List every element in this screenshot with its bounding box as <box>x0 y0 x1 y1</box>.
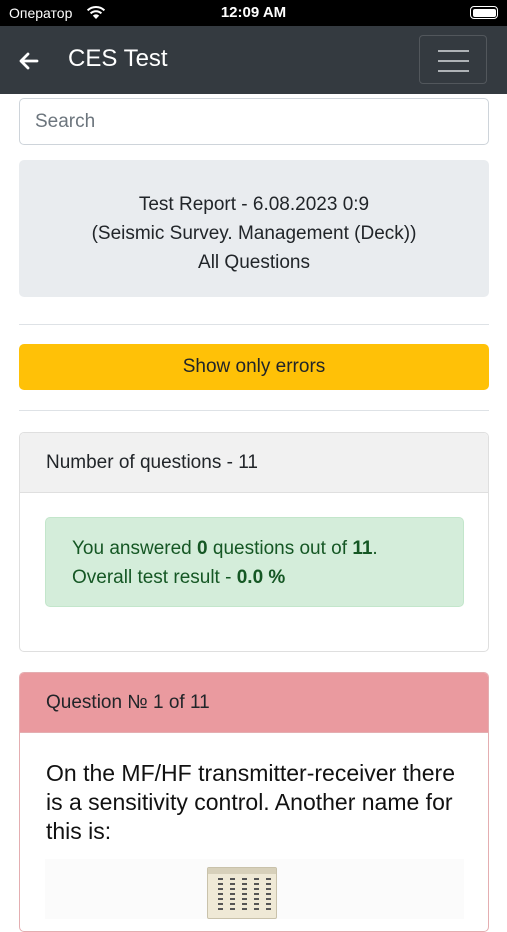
menu-toggle-button[interactable] <box>419 35 487 84</box>
show-errors-button[interactable]: Show only errors <box>19 344 489 390</box>
search-input[interactable] <box>19 98 489 145</box>
summary-header: Number of questions - 11 <box>20 433 488 493</box>
result-value: 0.0 % <box>236 567 286 588</box>
report-info-card: Test Report - 6.08.2023 0:9 (Seismic Sur… <box>19 160 489 297</box>
report-scope: All Questions <box>198 252 310 273</box>
total-count: 11 <box>352 538 373 559</box>
question-header: Question № 1 of 11 <box>20 673 488 733</box>
report-subject: (Seismic Survey. Management (Deck)) <box>91 223 417 244</box>
result-alert: You answered 0 questions out of 11. Over… <box>45 517 464 607</box>
clock: 12:09 AM <box>220 4 287 21</box>
result-line: Overall test result - 0.0 % <box>72 567 286 588</box>
summary-card: Number of questions - 11 You answered 0 … <box>19 432 489 652</box>
status-bar: Оператор 12:09 AM <box>0 0 507 26</box>
battery-icon <box>470 6 498 19</box>
question-text: On the MF/HF transmitter-receiver there … <box>46 760 455 844</box>
app-navbar: CES Test <box>0 26 507 94</box>
answered-count: 0 <box>197 538 208 559</box>
question-image <box>45 859 464 919</box>
transceiver-image <box>207 867 277 919</box>
hamburger-icon <box>438 50 469 52</box>
report-title: Test Report - 6.08.2023 0:9 <box>138 194 370 215</box>
answered-line: You answered 0 questions out of 11. <box>72 538 378 559</box>
divider <box>19 324 489 325</box>
page-title: CES Test <box>68 45 168 72</box>
divider <box>19 410 489 411</box>
question-card: Question № 1 of 11 On the MF/HF transmit… <box>19 672 489 932</box>
arrow-left-icon[interactable] <box>16 48 42 74</box>
